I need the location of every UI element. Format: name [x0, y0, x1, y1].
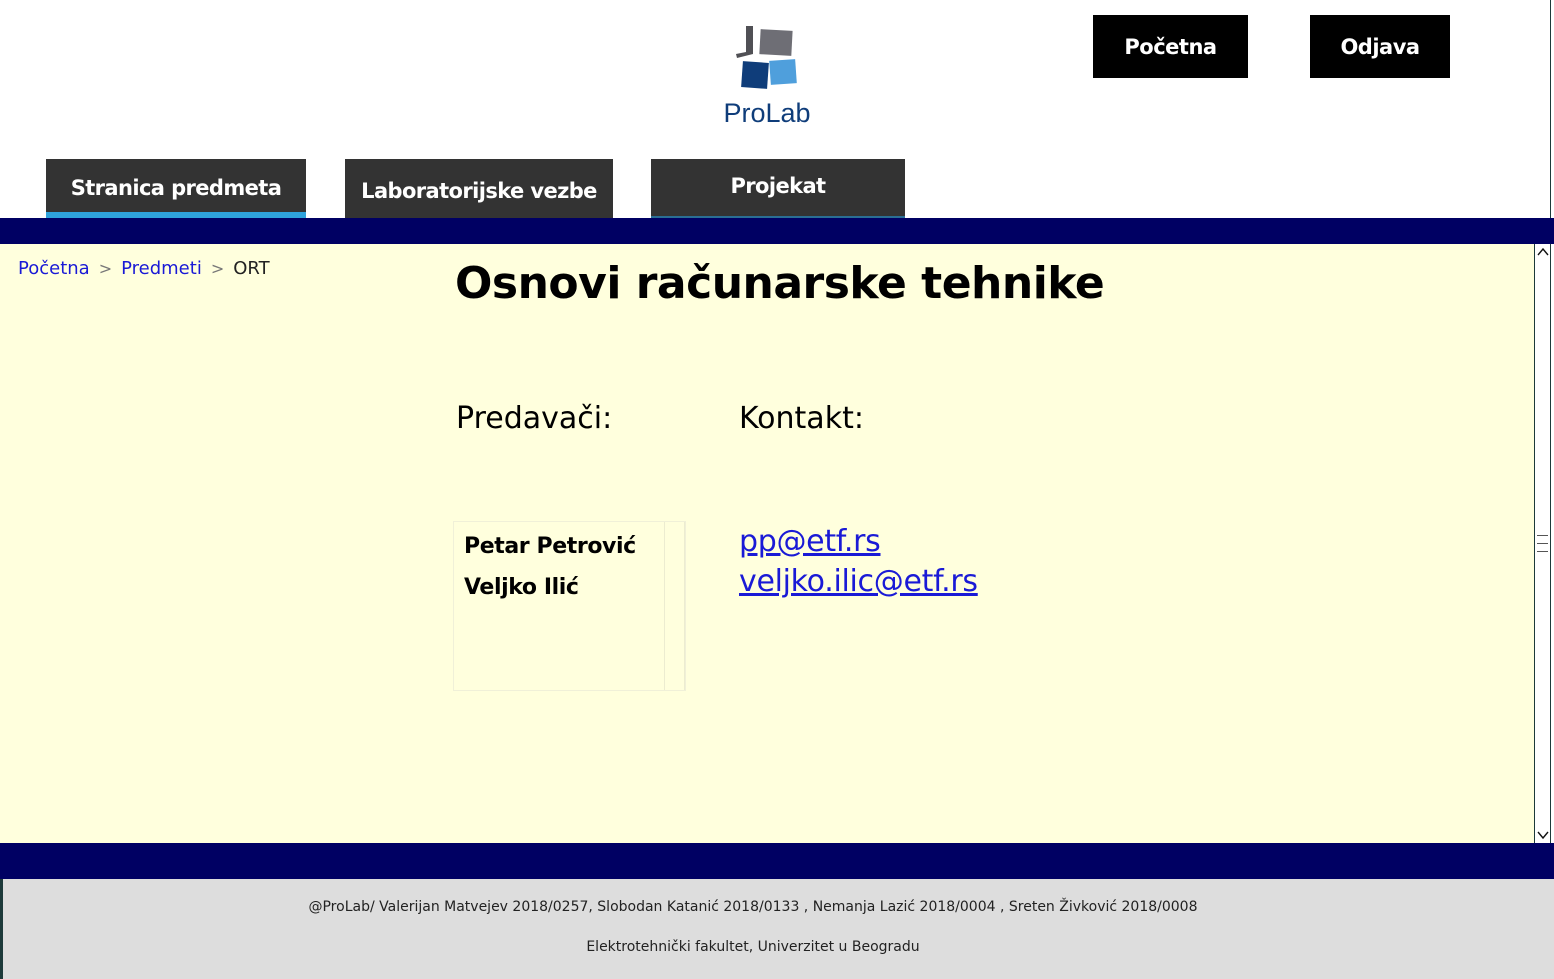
lecturer-name: Petar Petrović [464, 534, 636, 559]
breadcrumb-courses-link[interactable]: Predmeti [121, 258, 202, 279]
breadcrumb: Početna > Predmeti > ORT [18, 258, 270, 279]
lecturers-heading: Predavači: [456, 401, 613, 436]
breadcrumb-separator: > [98, 259, 113, 278]
table-divider [664, 522, 665, 690]
breadcrumb-separator: > [210, 259, 225, 278]
chevron-up-icon[interactable] [1535, 244, 1550, 260]
lecturers-table: Petar Petrović Veljko Ilić [453, 521, 686, 691]
tab-lab-exercises[interactable]: Laboratorijske vezbe [345, 159, 613, 218]
home-button[interactable]: Početna [1093, 15, 1248, 78]
lecturer-email-link[interactable]: veljko.ilic@etf.rs [739, 564, 978, 599]
window-edge [1550, 0, 1551, 220]
breadcrumb-home-link[interactable]: Početna [18, 258, 90, 279]
footer-credits: @ProLab/ Valerijan Matvejev 2018/0257, S… [308, 899, 1198, 915]
prolab-logo-icon [736, 26, 797, 89]
table-divider [684, 522, 685, 690]
lecturer-email-link[interactable]: pp@etf.rs [739, 524, 881, 559]
footer-stripe [0, 843, 1554, 879]
nav-stripe [0, 218, 1554, 244]
chevron-down-icon[interactable] [1535, 827, 1550, 843]
content-scrollbar[interactable] [1534, 244, 1551, 843]
tab-course-page[interactable]: Stranica predmeta [46, 159, 306, 218]
main-content: Početna > Predmeti > ORT Osnovi računars… [0, 244, 1534, 843]
scrollbar-thumb[interactable] [1537, 528, 1548, 556]
breadcrumb-current: ORT [233, 258, 270, 279]
tab-project[interactable]: Projekat [651, 159, 905, 218]
contact-heading: Kontakt: [739, 401, 864, 436]
footer-institution: Elektrotehnički fakultet, Univerzitet u … [586, 939, 920, 955]
lecturer-name: Veljko Ilić [464, 575, 579, 600]
footer: @ProLab/ Valerijan Matvejev 2018/0257, S… [0, 879, 1554, 979]
prolab-logo[interactable]: ProLab [717, 24, 817, 134]
logout-button[interactable]: Odjava [1310, 15, 1450, 78]
page-title: Osnovi računarske tehnike [455, 258, 1105, 309]
logo-text: ProLab [723, 98, 811, 128]
